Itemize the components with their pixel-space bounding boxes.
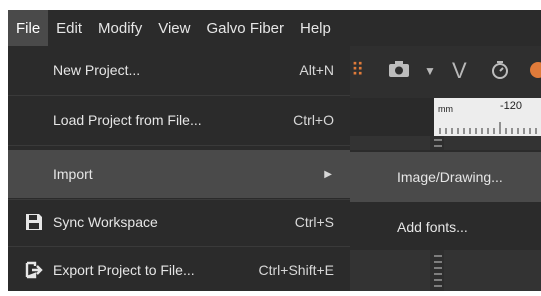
export-icon: [25, 261, 43, 279]
menu-item-label: Export Project to File...: [53, 262, 195, 278]
menu-item-sync-workspace[interactable]: Sync Workspace Ctrl+S: [8, 198, 350, 246]
menu-item-label: Import: [53, 166, 93, 182]
menu-bar: File Edit Modify View Galvo Fiber Help: [8, 10, 541, 46]
menu-file[interactable]: File: [8, 10, 49, 46]
ruler-unit: mm: [438, 104, 453, 114]
selection-icon[interactable]: ⠿: [351, 60, 364, 81]
menu-item-new-project[interactable]: New Project... Alt+N: [8, 46, 350, 94]
timer-icon[interactable]: [490, 60, 510, 85]
floppy-disk-icon: [26, 214, 42, 230]
menu-galvo-fiber[interactable]: Galvo Fiber: [198, 10, 292, 46]
menu-help[interactable]: Help: [292, 10, 339, 46]
menu-item-export-project[interactable]: Export Project to File... Ctrl+Shift+E: [8, 246, 350, 294]
ruler-horizontal: mm -120: [434, 98, 541, 136]
menu-item-label: Sync Workspace: [53, 214, 158, 230]
menu-item-shortcut: Ctrl+S: [294, 214, 334, 230]
menu-item-import[interactable]: Import ▶: [8, 150, 350, 198]
camera-icon[interactable]: [388, 60, 410, 83]
submenu-item-label: Add fonts...: [397, 219, 468, 235]
submenu-item-image-drawing[interactable]: Image/Drawing...: [350, 152, 541, 202]
menu-divider: [8, 145, 350, 146]
menu-item-shortcut: Ctrl+O: [293, 112, 334, 128]
vector-icon[interactable]: V: [452, 58, 467, 84]
file-menu-dropdown: New Project... Alt+N Load Project from F…: [8, 46, 350, 291]
menu-modify[interactable]: Modify: [90, 10, 150, 46]
submenu-arrow-icon: ▶: [324, 168, 332, 180]
toolbar: [348, 46, 541, 98]
menu-item-label: Load Project from File...: [53, 112, 202, 128]
chevron-down-icon[interactable]: ▼: [424, 64, 436, 78]
menu-item-label: New Project...: [53, 62, 141, 78]
menu-item-load-project[interactable]: Load Project from File... Ctrl+O: [8, 96, 350, 144]
ruler-ticks: [439, 122, 537, 134]
laser-icon[interactable]: [526, 60, 541, 85]
menu-item-shortcut: Ctrl+Shift+E: [258, 262, 334, 278]
import-submenu: Image/Drawing... Add fonts...: [350, 150, 541, 250]
menu-edit[interactable]: Edit: [48, 10, 90, 46]
menu-view[interactable]: View: [150, 10, 198, 46]
ruler-tick-label: -120: [500, 100, 523, 112]
menu-item-shortcut: Alt+N: [299, 62, 334, 78]
submenu-item-label: Image/Drawing...: [397, 169, 503, 185]
submenu-item-add-fonts[interactable]: Add fonts...: [350, 202, 541, 252]
